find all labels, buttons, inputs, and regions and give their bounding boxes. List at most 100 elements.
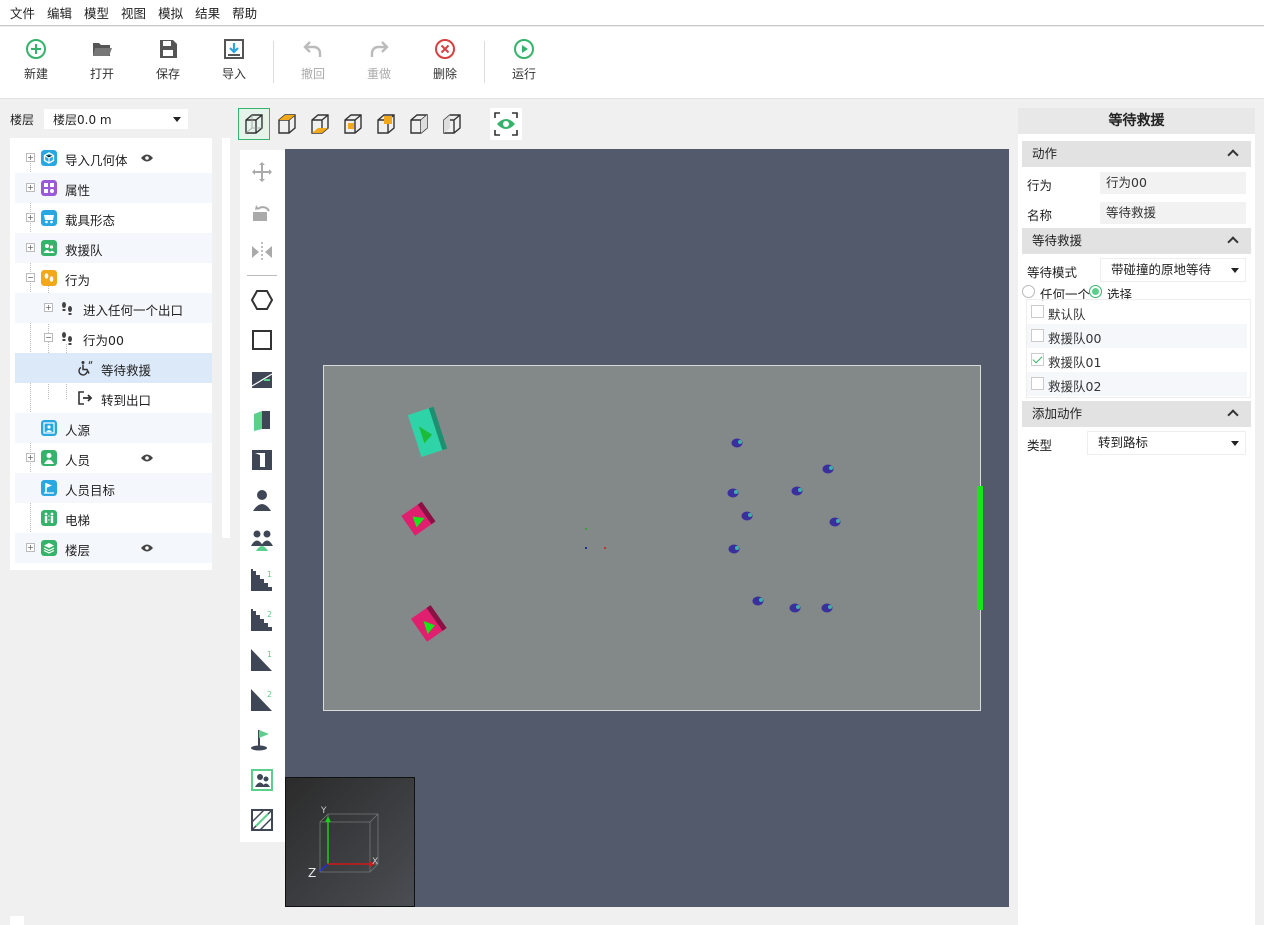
tree-item-rescue-team[interactable]: + 救援队 <box>15 233 212 263</box>
property-icon <box>41 180 57 196</box>
tree-item-wait-rescue[interactable]: 等待救援 <box>15 353 212 383</box>
view-left-button[interactable] <box>403 108 435 140</box>
save-button[interactable]: 保存 <box>140 37 196 87</box>
tree-item-goto-exit[interactable]: 转到出口 <box>15 383 212 413</box>
type-select[interactable]: 转到路标 <box>1087 431 1246 455</box>
menu-model[interactable]: 模型 <box>78 3 115 22</box>
3d-viewport[interactable]: Y X Z <box>285 149 1009 907</box>
team-row[interactable]: 默认队 <box>1027 300 1247 324</box>
stair-1-tool[interactable]: 1 <box>248 566 276 594</box>
hatch-tool[interactable] <box>248 806 276 834</box>
collapse-icon[interactable]: − <box>26 273 35 282</box>
view-right-button[interactable] <box>436 108 468 140</box>
team-checkbox[interactable] <box>1031 305 1044 318</box>
stair-2-tool[interactable]: 2 <box>248 606 276 634</box>
menu-file[interactable]: 文件 <box>4 3 41 22</box>
view-3d-button[interactable] <box>238 108 270 140</box>
mirror-tool[interactable] <box>248 238 276 266</box>
tree-item-source[interactable]: 人源 <box>15 413 212 443</box>
view-front-button[interactable] <box>337 108 369 140</box>
tree-item-enter-any-exit[interactable]: + 进入任何一个出口 <box>15 293 212 323</box>
section-action[interactable]: 动作 <box>1022 141 1251 167</box>
tree-item-behavior00[interactable]: − 行为00 <box>15 323 212 353</box>
target-tool[interactable] <box>248 726 276 754</box>
collapse-icon[interactable]: − <box>44 333 53 342</box>
vehicle-teal[interactable] <box>407 406 448 457</box>
rotate-tool[interactable] <box>248 198 276 226</box>
team-row[interactable]: 救援队02 <box>1027 372 1247 396</box>
team-checkbox-checked[interactable] <box>1031 353 1044 366</box>
expand-icon[interactable]: + <box>26 543 35 552</box>
vehicle-pink[interactable] <box>410 605 447 642</box>
menu-results[interactable]: 结果 <box>189 3 226 22</box>
agent <box>752 596 764 606</box>
redo-button[interactable]: 重做 <box>351 37 407 87</box>
tree-item-behavior[interactable]: − 行为 <box>15 263 212 293</box>
ramp-2-tool[interactable]: 2 <box>248 686 276 714</box>
expand-icon[interactable]: + <box>44 303 53 312</box>
radio-any[interactable] <box>1022 285 1035 298</box>
undo-button[interactable]: 撤回 <box>285 37 341 87</box>
tree-scrollbar[interactable] <box>222 138 230 538</box>
team-checkbox[interactable] <box>1031 377 1044 390</box>
section-wait-rescue[interactable]: 等待救援 <box>1022 228 1251 254</box>
group-tool[interactable] <box>248 526 276 554</box>
menu-view[interactable]: 视图 <box>115 3 152 22</box>
ramp-1-tool[interactable]: 1 <box>248 646 276 674</box>
expand-icon[interactable]: + <box>26 243 35 252</box>
delete-button[interactable]: 删除 <box>417 37 473 87</box>
exit-marker[interactable] <box>977 486 983 610</box>
menu-simulate[interactable]: 模拟 <box>152 3 189 22</box>
import-button[interactable]: 导入 <box>206 37 262 87</box>
run-button[interactable]: 运行 <box>496 37 552 87</box>
expand-icon[interactable]: + <box>26 213 35 222</box>
view-top-button[interactable] <box>271 108 303 140</box>
chevron-up-icon[interactable] <box>1227 149 1239 161</box>
tree-item-floor[interactable]: + 楼层 <box>15 533 212 563</box>
tool-palette: 1 2 1 2 <box>240 150 285 842</box>
eye-icon[interactable] <box>141 544 153 552</box>
tree-item-property[interactable]: + 属性 <box>15 173 212 203</box>
tree-item-vehicle[interactable]: + 载具形态 <box>15 203 212 233</box>
menu-edit[interactable]: 编辑 <box>41 3 78 22</box>
tree-item-person-target[interactable]: 人员目标 <box>15 473 212 503</box>
team-row[interactable]: 救援队00 <box>1027 324 1247 348</box>
vehicle-pink[interactable] <box>401 501 436 536</box>
view-back-button[interactable] <box>370 108 402 140</box>
radio-select[interactable] <box>1089 285 1102 298</box>
wall-tool[interactable] <box>248 366 276 394</box>
eye-icon[interactable] <box>141 454 153 462</box>
chevron-up-icon[interactable] <box>1227 409 1239 421</box>
expand-icon[interactable]: + <box>26 153 35 162</box>
view-bottom-button[interactable] <box>304 108 336 140</box>
expand-icon[interactable]: + <box>26 183 35 192</box>
new-button[interactable]: 新建 <box>8 37 64 87</box>
menu-help[interactable]: 帮助 <box>226 3 263 22</box>
chevron-up-icon[interactable] <box>1227 236 1239 248</box>
tree-item-geometry[interactable]: + 导入几何体 <box>15 143 212 173</box>
open-button[interactable]: 打开 <box>74 37 130 87</box>
rectangle-tool[interactable] <box>248 326 276 354</box>
door-tool[interactable] <box>248 406 276 434</box>
exit-door-tool[interactable] <box>248 446 276 474</box>
tree-item-person[interactable]: + 人员 <box>15 443 212 473</box>
person-tool[interactable] <box>248 486 276 514</box>
move-tool[interactable] <box>248 158 276 186</box>
cube-3d-icon <box>245 114 263 134</box>
wait-mode-select[interactable]: 带碰撞的原地等待 <box>1100 258 1246 282</box>
focus-view-button[interactable] <box>490 108 522 140</box>
expand-icon[interactable]: + <box>26 453 35 462</box>
source-tool[interactable] <box>248 766 276 794</box>
polygon-tool[interactable] <box>248 286 276 314</box>
tree-item-label: 楼层 <box>65 543 91 558</box>
team-checkbox[interactable] <box>1031 329 1044 342</box>
eye-icon[interactable] <box>141 154 153 162</box>
axis-z-label: Z <box>308 866 317 880</box>
tree-item-elevator[interactable]: 电梯 <box>15 503 212 533</box>
name-field[interactable]: 等待救援 <box>1100 202 1246 224</box>
axis-gizmo[interactable]: Y X Z <box>285 777 415 907</box>
section-add-action[interactable]: 添加动作 <box>1022 401 1251 427</box>
team-row[interactable]: 救援队01 <box>1027 348 1247 372</box>
behavior-field[interactable]: 行为00 <box>1100 172 1246 194</box>
floor-select[interactable]: 楼层0.0 m <box>44 109 188 129</box>
